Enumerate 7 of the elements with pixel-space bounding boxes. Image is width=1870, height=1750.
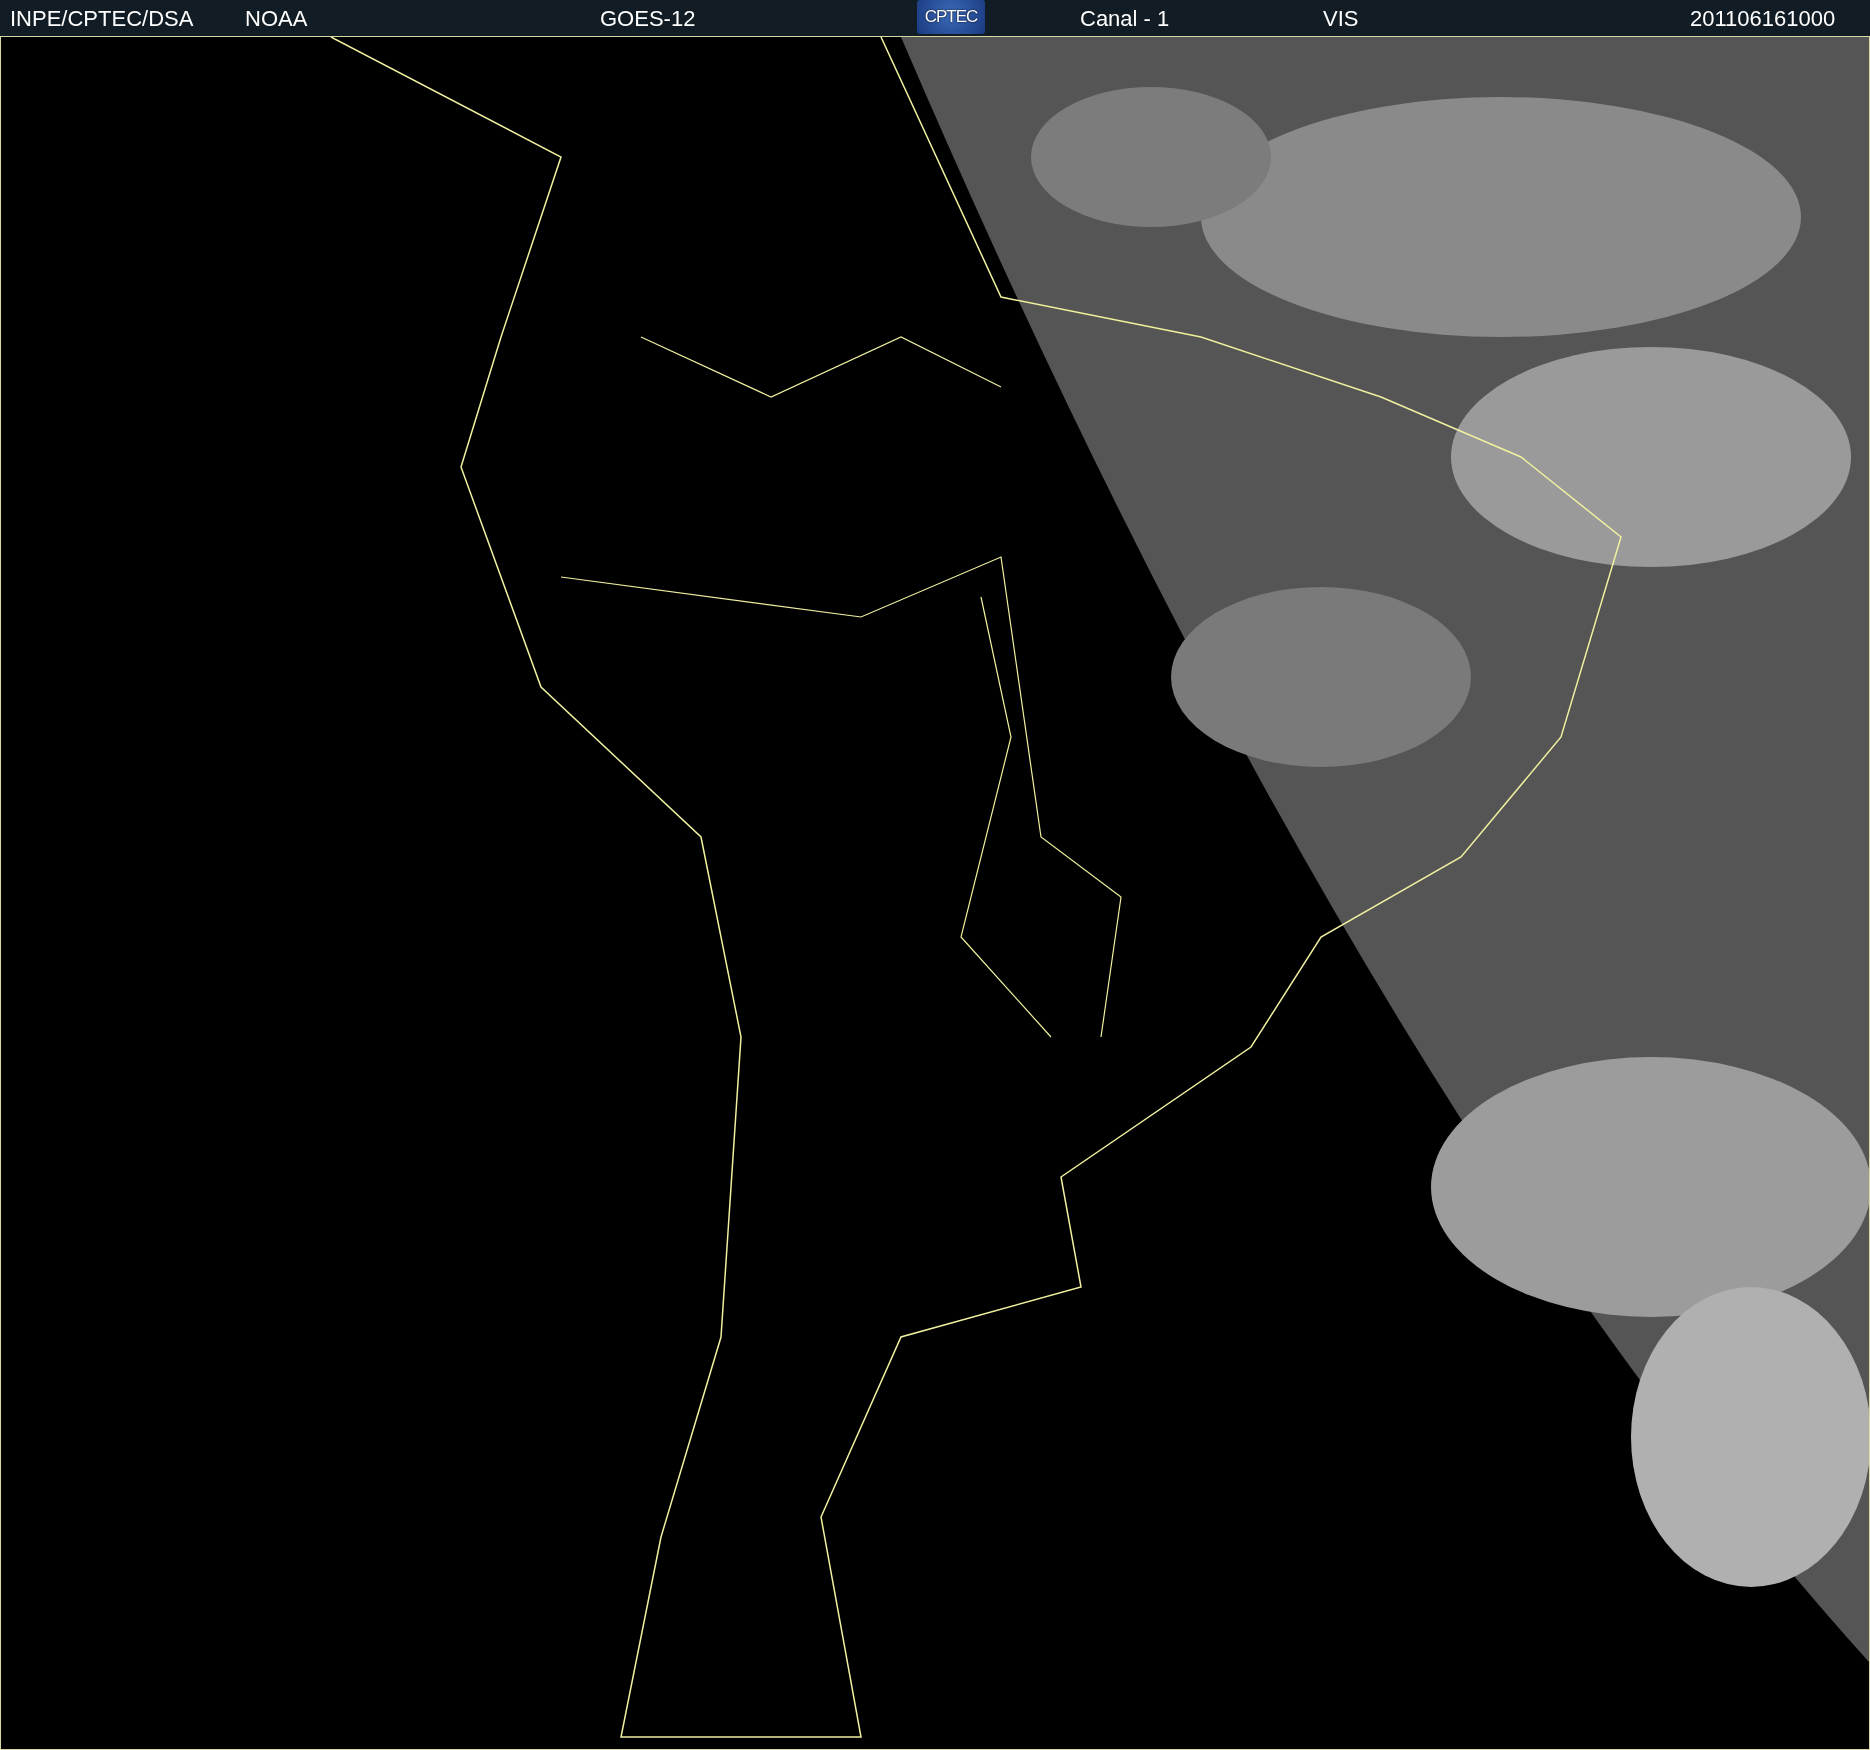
- header-label: INPE/CPTEC/DSA: [10, 5, 194, 33]
- logo: CPTEC: [917, 0, 985, 34]
- header-label: 201106161000: [1690, 5, 1836, 33]
- header-label: VIS: [1323, 5, 1359, 33]
- header-label: GOES-12: [600, 5, 696, 33]
- header-label: NOAA: [245, 5, 308, 33]
- header-label: Canal - 1: [1080, 5, 1170, 33]
